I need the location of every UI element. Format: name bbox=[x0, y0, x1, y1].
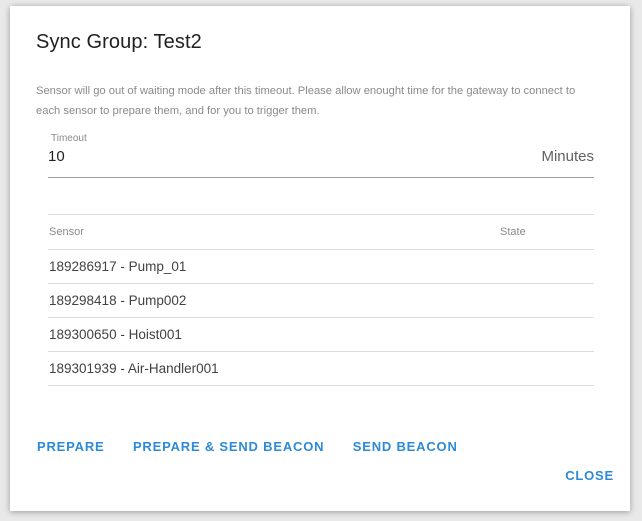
prepare-send-beacon-button[interactable]: PREPARE & SEND BEACON bbox=[133, 439, 324, 454]
timeout-field[interactable]: Timeout 10 Minutes bbox=[48, 133, 594, 178]
table-row: 189298418 - Pump002 bbox=[48, 283, 594, 318]
sensor-cell: 189301939 - Air-Handler001 bbox=[48, 351, 500, 386]
timeout-unit: Minutes bbox=[541, 148, 594, 165]
table-row: 189301939 - Air-Handler001 bbox=[48, 351, 594, 386]
send-beacon-button[interactable]: SEND BEACON bbox=[353, 439, 458, 454]
timeout-description: Sensor will go out of waiting mode after… bbox=[36, 85, 576, 117]
table-row: 189300650 - Hoist001 bbox=[48, 317, 594, 352]
sensor-table: Sensor State 189286917 - Pump_01 1892984… bbox=[48, 214, 594, 386]
state-cell bbox=[500, 351, 594, 386]
state-cell bbox=[500, 249, 594, 284]
timeout-label: Timeout bbox=[51, 133, 87, 144]
sensor-cell: 189298418 - Pump002 bbox=[48, 283, 500, 318]
state-cell bbox=[500, 317, 594, 352]
prepare-button[interactable]: PREPARE bbox=[37, 439, 104, 454]
sensor-cell: 189286917 - Pump_01 bbox=[48, 249, 500, 284]
dialog-title: Sync Group: Test2 bbox=[36, 31, 202, 53]
sync-group-dialog: Sync Group: Test2 Sensor will go out of … bbox=[10, 6, 630, 511]
sensor-column-header: Sensor bbox=[48, 214, 500, 250]
table-row: 189286917 - Pump_01 bbox=[48, 249, 594, 284]
sensor-cell: 189300650 - Hoist001 bbox=[48, 317, 500, 352]
close-button[interactable]: CLOSE bbox=[565, 468, 614, 483]
table-header-row: Sensor State bbox=[48, 214, 594, 250]
timeout-input[interactable]: 10 bbox=[48, 148, 65, 165]
state-column-header: State bbox=[500, 214, 594, 250]
state-cell bbox=[500, 283, 594, 318]
dialog-actions: PREPARE PREPARE & SEND BEACON SEND BEACO… bbox=[37, 438, 482, 456]
